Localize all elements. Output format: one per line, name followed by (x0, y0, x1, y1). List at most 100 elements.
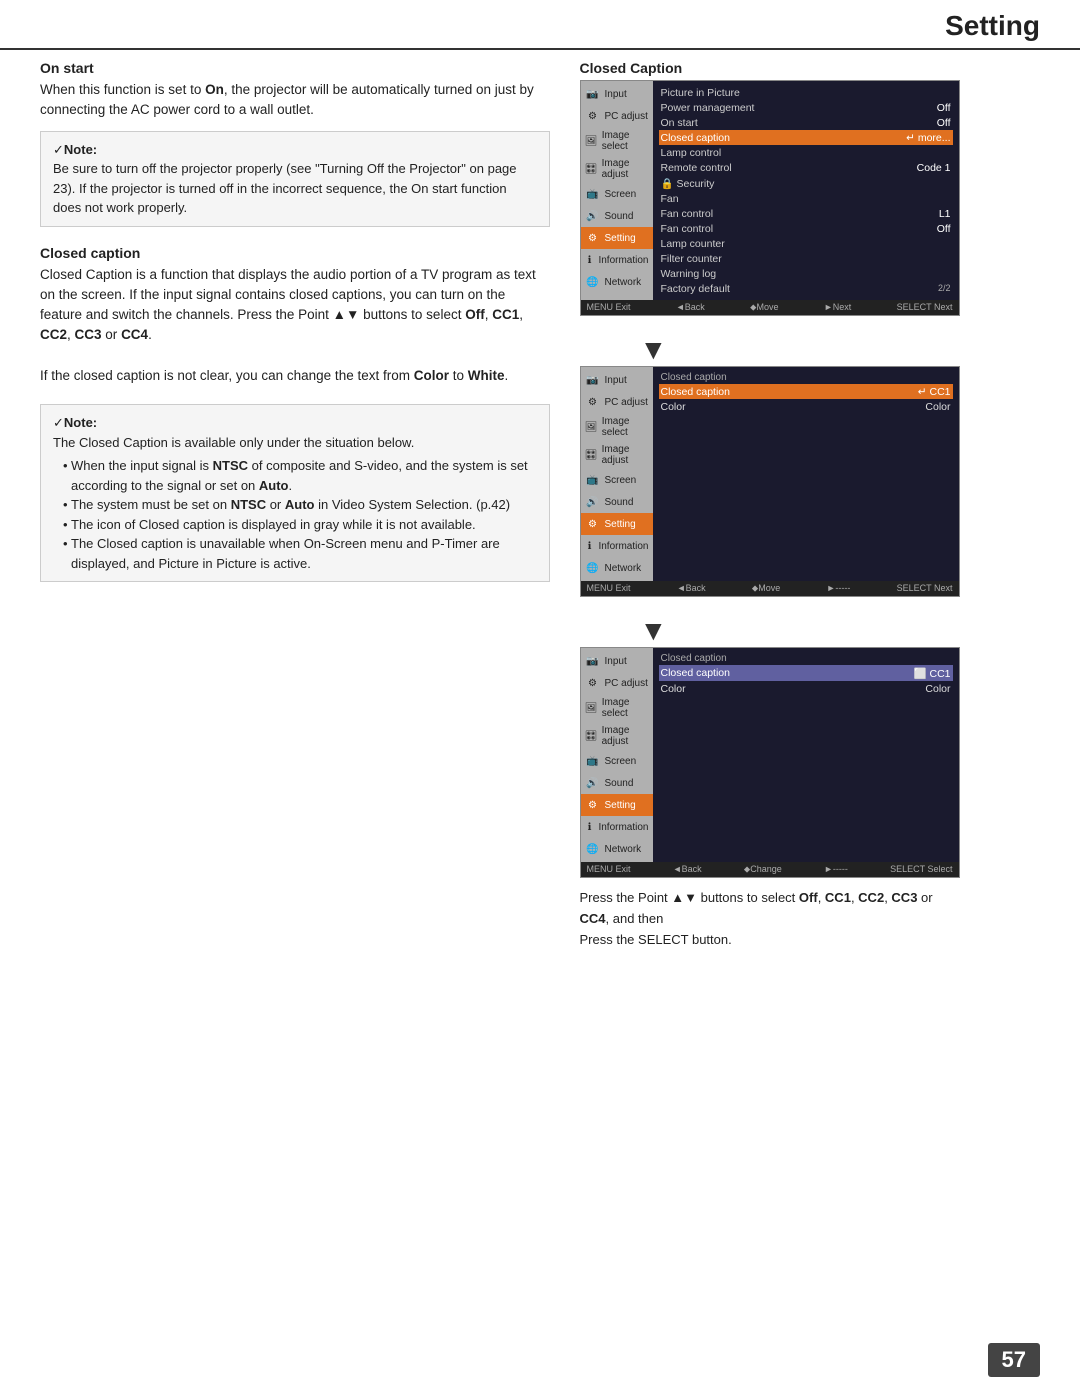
menu-content-3: Closed caption Closed caption ⬜ CC1 Colo… (653, 648, 959, 862)
imageselect-icon: 🖼 (585, 700, 598, 716)
menu-row: On startOff (659, 115, 953, 130)
menu-content-1: Picture in Picture Power managementOff O… (653, 81, 959, 300)
page-title: Setting (40, 10, 1040, 42)
menu-row: Filter counter (659, 251, 953, 266)
sidebar-item-pcadjust: ⚙ PC adjust (581, 391, 653, 413)
sidebar-label: Image select (602, 416, 649, 438)
sidebar-label: Image select (602, 697, 649, 719)
sidebar-label: Image select (602, 130, 649, 152)
menu3-caption: Press the Point ▲▼ buttons to select Off… (580, 888, 960, 950)
menu-row: Fan (659, 191, 953, 206)
sidebar-label: Screen (605, 475, 637, 486)
sidebar-item-input: 📷 Input (581, 650, 653, 672)
arrow-down-2: ▼ (640, 617, 668, 645)
sidebar-label: Input (605, 375, 627, 386)
menu-row: Warning log (659, 266, 953, 281)
sidebar-label: Setting (605, 233, 636, 244)
menu-bottombar-1: MENU Exit ◄Back ⬥Move ►Next SELECT Next (581, 300, 959, 315)
bottom-note-section: ✓Note: The Closed Caption is available o… (40, 404, 550, 582)
sidebar-item-imageselect: 🖼 Image select (581, 694, 653, 722)
sidebar-label: Setting (605, 800, 636, 811)
cc-subheader: Closed caption (659, 652, 953, 665)
sidebar-item-screen: 📺 Screen (581, 750, 653, 772)
imageselect-icon: 🖼 (585, 133, 598, 149)
sound-icon: 🔊 (585, 775, 601, 791)
screen-icon: 📺 (585, 186, 601, 202)
input-icon: 📷 (585, 372, 601, 388)
sidebar-label: Information (598, 541, 648, 552)
on-start-note-title: Note: (64, 142, 97, 157)
menu-ui-1: 📷 Input ⚙ PC adjust 🖼 Image select � (580, 80, 960, 316)
sidebar-label: Image adjust (602, 725, 649, 747)
menu-ui-2: 📷 Input ⚙ PC adjust 🖼 Image select � (580, 366, 960, 597)
list-item: The Closed caption is unavailable when O… (63, 534, 537, 573)
arrow-down-1: ▼ (640, 336, 668, 364)
sidebar-item-information: ℹ Information (581, 535, 653, 557)
sidebar-item-screen: 📺 Screen (581, 469, 653, 491)
menu-sidebar-1: 📷 Input ⚙ PC adjust 🖼 Image select � (581, 81, 653, 300)
cc-row-highlighted2: Closed caption ⬜ CC1 (659, 665, 953, 681)
imageadjust-icon: 🎛 (585, 161, 598, 177)
sidebar-item-sound: 🔊 Sound (581, 491, 653, 513)
menu-block-2: 📷 Input ⚙ PC adjust 🖼 Image select � (580, 366, 960, 597)
sound-icon: 🔊 (585, 208, 601, 224)
menu-row: Fan controlL1 (659, 206, 953, 221)
sidebar-item-setting: ⚙ Setting (581, 794, 653, 816)
sidebar-label: Image adjust (602, 444, 649, 466)
sound-icon: 🔊 (585, 494, 601, 510)
menu-row: Factory default2/2 (659, 281, 953, 296)
information-icon: ℹ (585, 538, 595, 554)
on-start-bold: On (205, 82, 224, 97)
sidebar-label: Image adjust (602, 158, 649, 180)
main-content: On start When this function is set to On… (0, 60, 1080, 968)
sidebar-item-setting: ⚙ Setting (581, 227, 653, 249)
menu-block-3: 📷 Input ⚙ PC adjust 🖼 Image select � (580, 647, 960, 950)
left-column: On start When this function is set to On… (40, 60, 570, 968)
bottom-note-title: Note: (64, 415, 97, 430)
menu-row: Remote controlCode 1 (659, 160, 953, 175)
on-start-section: On start When this function is set to On… (40, 60, 550, 227)
on-start-note: ✓Note: Be sure to turn off the projector… (40, 131, 550, 227)
sidebar-item-sound: 🔊 Sound (581, 205, 653, 227)
screen-icon: 📺 (585, 472, 601, 488)
sidebar-label: Network (605, 563, 642, 574)
pcadjust-icon: ⚙ (585, 108, 601, 124)
sidebar-item-information: ℹ Information (581, 249, 653, 271)
bottom-note-box: ✓Note: The Closed Caption is available o… (40, 404, 550, 582)
menu-ui-inner-3: 📷 Input ⚙ PC adjust 🖼 Image select � (581, 648, 959, 862)
sidebar-label: Screen (605, 189, 637, 200)
cc-row: Color Color (659, 399, 953, 414)
sidebar-item-input: 📷 Input (581, 83, 653, 105)
sidebar-item-pcadjust: ⚙ PC adjust (581, 672, 653, 694)
sidebar-item-network: 🌐 Network (581, 271, 653, 293)
on-start-note-body: Be sure to turn off the projector proper… (53, 161, 517, 215)
sidebar-label: Network (605, 844, 642, 855)
on-start-body: When this function is set to On, the pro… (40, 80, 550, 121)
network-icon: 🌐 (585, 841, 601, 857)
menu-ui-3: 📷 Input ⚙ PC adjust 🖼 Image select � (580, 647, 960, 878)
sidebar-label: Sound (605, 778, 634, 789)
list-item: The system must be set on NTSC or Auto i… (63, 495, 537, 515)
imageadjust-icon: 🎛 (585, 447, 598, 463)
menu-block-1: Closed Caption 📷 Input ⚙ PC adjust (580, 60, 960, 316)
sidebar-item-sound: 🔊 Sound (581, 772, 653, 794)
menu-ui-inner-2: 📷 Input ⚙ PC adjust 🖼 Image select � (581, 367, 959, 581)
sidebar-label: Screen (605, 756, 637, 767)
sidebar-item-setting: ⚙ Setting (581, 513, 653, 535)
list-item: The icon of Closed caption is displayed … (63, 515, 537, 535)
sidebar-label: Information (598, 822, 648, 833)
sidebar-label: PC adjust (605, 397, 648, 408)
sidebar-item-network: 🌐 Network (581, 838, 653, 860)
pcadjust-icon: ⚙ (585, 675, 601, 691)
information-icon: ℹ (585, 252, 595, 268)
page-header: Setting (0, 0, 1080, 50)
sidebar-label: PC adjust (605, 678, 648, 689)
cc-row: Color Color (659, 681, 953, 696)
closed-caption-body: Closed Caption is a function that displa… (40, 265, 550, 387)
menu-ui-inner-1: 📷 Input ⚙ PC adjust 🖼 Image select � (581, 81, 959, 300)
closed-caption-section: Closed caption Closed Caption is a funct… (40, 245, 550, 387)
sidebar-label: Input (605, 89, 627, 100)
right-column: Closed Caption 📷 Input ⚙ PC adjust (570, 60, 1041, 968)
information-icon: ℹ (585, 819, 595, 835)
pcadjust-icon: ⚙ (585, 394, 601, 410)
